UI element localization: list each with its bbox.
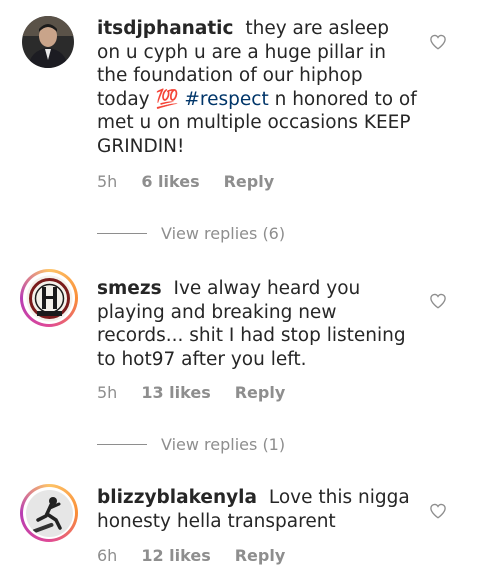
reply-button[interactable]: Reply — [224, 172, 275, 191]
heart-icon[interactable] — [429, 502, 447, 520]
avatar-ring — [23, 487, 75, 539]
likes-count[interactable]: 12 likes — [141, 546, 210, 565]
avatar[interactable] — [20, 484, 78, 542]
reply-button[interactable]: Reply — [235, 383, 286, 402]
comment-username[interactable]: smezs — [97, 278, 162, 299]
avatar-image — [26, 275, 73, 322]
avatar[interactable] — [20, 269, 78, 327]
comment-meta: 5h 13 likes Reply — [97, 383, 285, 402]
likes-count[interactable]: 6 likes — [141, 172, 199, 191]
skateboarder-icon — [25, 489, 73, 537]
comment-text: itsdjphanatic they are asleep on u cyph … — [97, 17, 417, 158]
hundred-points-emoji: 💯 — [155, 88, 179, 110]
divider-line — [97, 233, 147, 234]
view-replies-button[interactable]: View replies (1) — [97, 435, 285, 454]
profile-photo-icon — [22, 16, 74, 68]
comment-time: 5h — [97, 172, 118, 191]
comment-time: 6h — [97, 546, 118, 565]
view-replies-button[interactable]: View replies (6) — [97, 224, 285, 243]
view-replies-label: View replies (6) — [161, 224, 286, 243]
comment-time: 5h — [97, 383, 118, 402]
comment-meta: 6h 12 likes Reply — [97, 546, 285, 565]
hashtag-link[interactable]: #respect — [184, 89, 268, 110]
view-replies-label: View replies (1) — [161, 435, 286, 454]
avatar[interactable] — [22, 16, 74, 68]
heart-icon[interactable] — [429, 292, 447, 310]
comment-text: blizzyblakenyla Love this nigga honesty … — [97, 486, 417, 533]
logo-emblem-icon — [26, 275, 72, 321]
comment-username[interactable]: blizzyblakenyla — [97, 487, 257, 508]
avatar-image — [25, 489, 73, 537]
comment-username[interactable]: itsdjphanatic — [97, 18, 233, 39]
comment-text: smezs Ive alway heard you playing and br… — [97, 277, 417, 371]
avatar-ring — [23, 272, 75, 324]
likes-count[interactable]: 13 likes — [141, 383, 210, 402]
comment-meta: 5h 6 likes Reply — [97, 172, 274, 191]
reply-button[interactable]: Reply — [235, 546, 286, 565]
heart-icon[interactable] — [429, 33, 447, 51]
divider-line — [97, 444, 147, 445]
